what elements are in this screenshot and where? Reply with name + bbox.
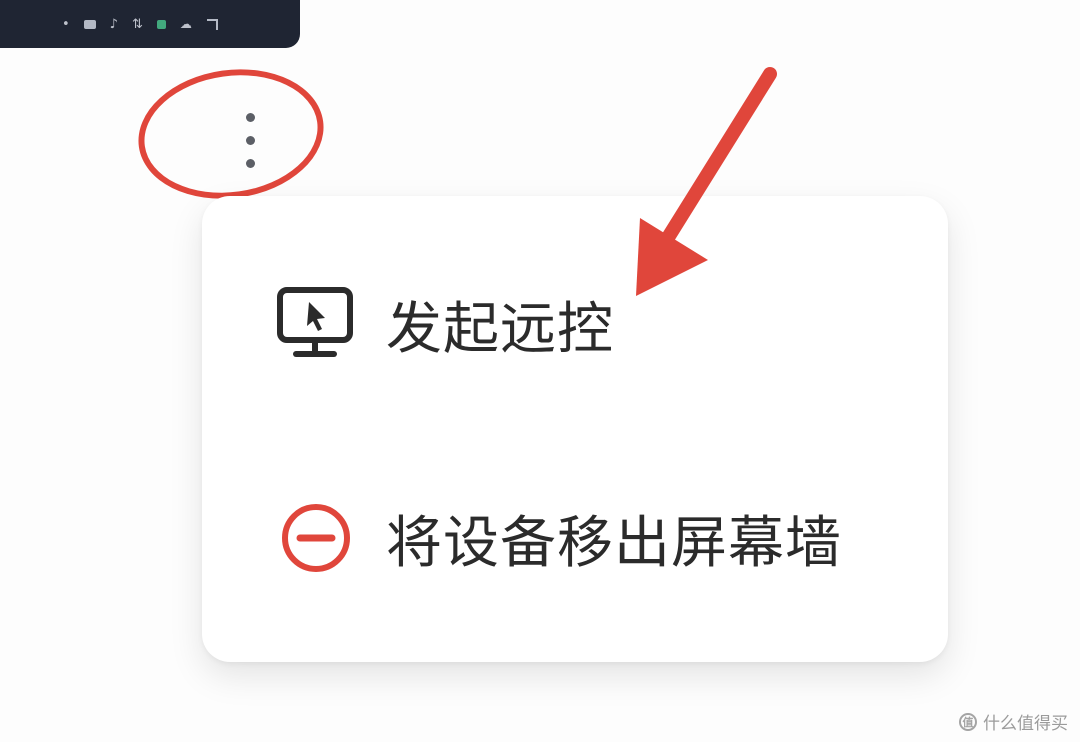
sound-icon: ♪ — [109, 16, 118, 32]
status-dot-icon: • — [62, 16, 70, 32]
cloud-icon: ☁ — [179, 17, 193, 31]
network-icon: ⇅ — [131, 16, 143, 32]
active-app-icon — [156, 19, 166, 29]
more-options-button[interactable] — [228, 100, 272, 180]
menu-item-remove-from-screen-wall[interactable]: 将设备移出屏幕墙 — [202, 478, 948, 598]
remove-circle-icon — [276, 496, 360, 580]
context-menu: 发起远控 将设备移出屏幕墙 — [202, 196, 948, 662]
window-icon — [206, 18, 218, 30]
menu-item-start-remote-control[interactable]: 发起远控 — [202, 264, 948, 384]
more-vertical-icon — [245, 135, 255, 145]
menu-item-label: 将设备移出屏幕墙 — [386, 510, 842, 576]
monitor-cursor-icon — [276, 282, 360, 366]
watermark-text: 什么值得买 — [983, 714, 1068, 734]
display-icon — [83, 19, 96, 29]
watermark: 值 什么值得买 — [959, 709, 1068, 734]
status-bar: • ♪ ⇅ ☁ — [0, 0, 300, 48]
more-vertical-icon — [245, 112, 255, 122]
watermark-logo-icon: 值 — [959, 712, 977, 731]
menu-item-label: 发起远控 — [386, 296, 614, 362]
more-vertical-icon — [245, 158, 255, 168]
